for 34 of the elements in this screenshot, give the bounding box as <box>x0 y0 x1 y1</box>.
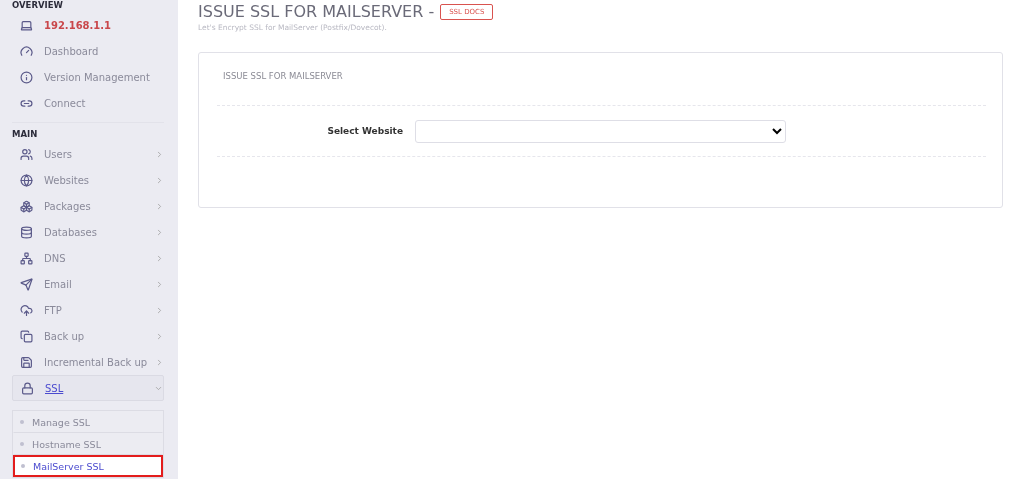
sidebar-item[interactable]: Packages <box>12 193 164 219</box>
section-heading: MAIN <box>12 122 164 141</box>
website-select[interactable] <box>415 119 786 143</box>
section-heading: OVERVIEW <box>12 0 64 12</box>
cloud-upload-icon <box>20 303 33 317</box>
sidebar-item[interactable]: Email <box>12 271 164 297</box>
sidebar-item[interactable]: DNS <box>12 245 164 271</box>
submenu-item[interactable]: MailServer SSL <box>13 455 163 477</box>
sidebar-item[interactable]: Version Management <box>12 64 164 90</box>
copy-icon <box>20 329 33 343</box>
sitemap-icon <box>20 251 33 265</box>
submenu-item[interactable]: Manage SSL <box>13 411 163 433</box>
sidebar-item[interactable]: Incremental Back up <box>12 349 164 375</box>
field-label: Select Website <box>326 126 404 136</box>
info-icon <box>20 70 33 84</box>
laptop-icon <box>20 18 33 32</box>
dashboard-icon <box>20 44 33 58</box>
send-icon <box>20 277 33 291</box>
sidebar-item[interactable]: Connect <box>12 90 164 116</box>
database-icon <box>20 225 33 239</box>
sidebar-item[interactable]: Websites <box>12 167 164 193</box>
page-title: ISSUE SSL FOR MAILSERVER - <box>198 2 435 21</box>
boxes-icon <box>20 199 33 213</box>
globe-icon <box>20 173 33 187</box>
sidebar-item[interactable]: SSL <box>12 375 164 401</box>
sidebar-item[interactable]: FTP <box>12 297 164 323</box>
sidebar-item[interactable]: Databases <box>12 219 164 245</box>
card-title: ISSUE SSL FOR MAILSERVER <box>217 71 986 106</box>
sidebar-item[interactable]: 192.168.1.1 <box>12 12 164 38</box>
sidebar-item[interactable]: Users <box>12 141 164 167</box>
users-icon <box>20 147 33 161</box>
sidebar-item[interactable]: Back up <box>12 323 164 349</box>
sidebar-item[interactable]: Dashboard <box>12 38 164 64</box>
lock-icon <box>21 381 34 395</box>
